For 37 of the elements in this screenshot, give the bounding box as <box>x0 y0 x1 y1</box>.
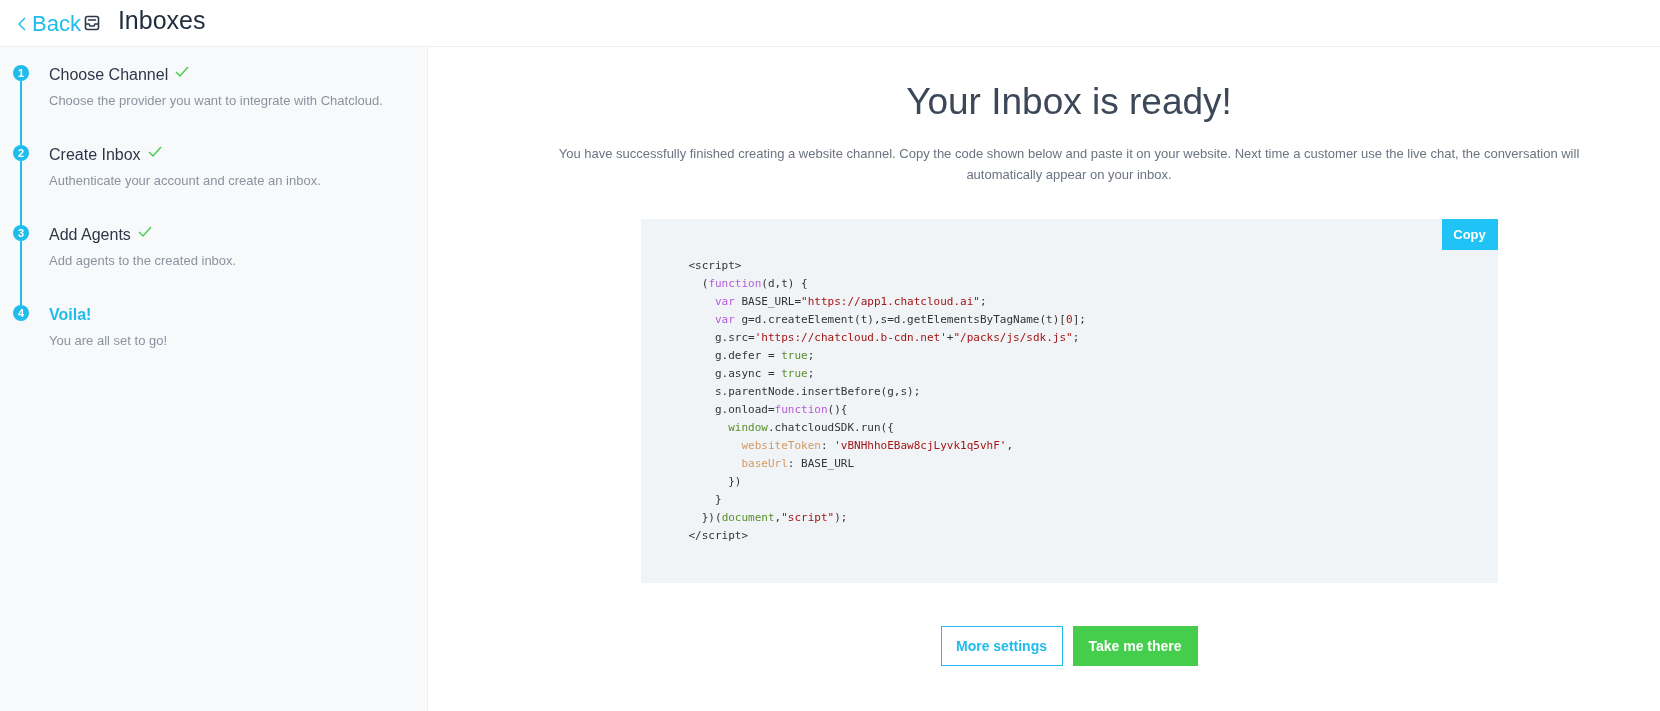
more-settings-button[interactable]: More settings <box>940 626 1063 666</box>
step-title[interactable]: Choose Channel <box>49 66 169 84</box>
back-link[interactable]: Back <box>18 11 81 37</box>
code-line: } <box>714 492 722 508</box>
code-line: g.defer = true; <box>714 348 815 364</box>
code-line: (function(d,t) { <box>700 276 808 292</box>
code-line: })(document,"script"); <box>700 510 848 526</box>
step-title[interactable]: Create Inbox <box>49 146 141 164</box>
message-text: You have successfully finished creating a website channel. Copy the code shown below and paste it on your website. Next time a customer use the live chat, the conversation will automatically appear on your inbox. <box>557 145 1581 184</box>
code-line: g.onload=function(){ <box>714 402 848 418</box>
code-line: </script> <box>688 528 749 544</box>
step-number: 4 <box>13 305 29 321</box>
step-description: Choose the provider you want to integrate with Chatcloud. <box>49 93 383 108</box>
step-number: 1 <box>13 65 29 81</box>
code-line: g.src='https://chatcloud.b-cdn.net'+"/packs/js/sdk.js"; <box>714 330 1080 346</box>
code-line: var g=d.createElement(t),s=d.getElementsByTagName(t)[0]; <box>714 312 1086 328</box>
code-line: }) <box>727 474 742 490</box>
step-description: Authenticate your account and create an inbox. <box>49 173 321 188</box>
copy-button[interactable]: Copy <box>1441 219 1498 250</box>
chevron-left-icon <box>18 17 26 31</box>
code-line: s.parentNode.insertBefore(g,s); <box>714 384 921 400</box>
code-line: baseUrl: BASE_URL <box>740 456 855 472</box>
inbox-icon <box>83 15 100 31</box>
step-title[interactable]: Add Agents <box>49 226 131 244</box>
code-line: var BASE_URL="https://app1.chatcloud.ai"; <box>714 294 987 310</box>
heading: Your Inbox is ready! <box>906 81 1232 123</box>
code-line: <script> <box>688 258 742 274</box>
step-title[interactable]: Voila! <box>49 306 92 324</box>
code-line: websiteToken: 'vBNHhhoEBaw8cjLyvk1q5vhF', <box>740 438 1013 454</box>
take-me-there-button[interactable]: Take me there <box>1072 626 1198 666</box>
page-title: Inboxes <box>117 5 206 35</box>
code-line: window.chatcloudSDK.run({ <box>727 420 894 436</box>
step-description: You are all set to go! <box>49 333 168 348</box>
step-number: 2 <box>13 145 29 161</box>
step-number: 3 <box>13 225 29 241</box>
code-line: g.async = true; <box>714 366 815 382</box>
step-description: Add agents to the created inbox. <box>49 253 237 268</box>
